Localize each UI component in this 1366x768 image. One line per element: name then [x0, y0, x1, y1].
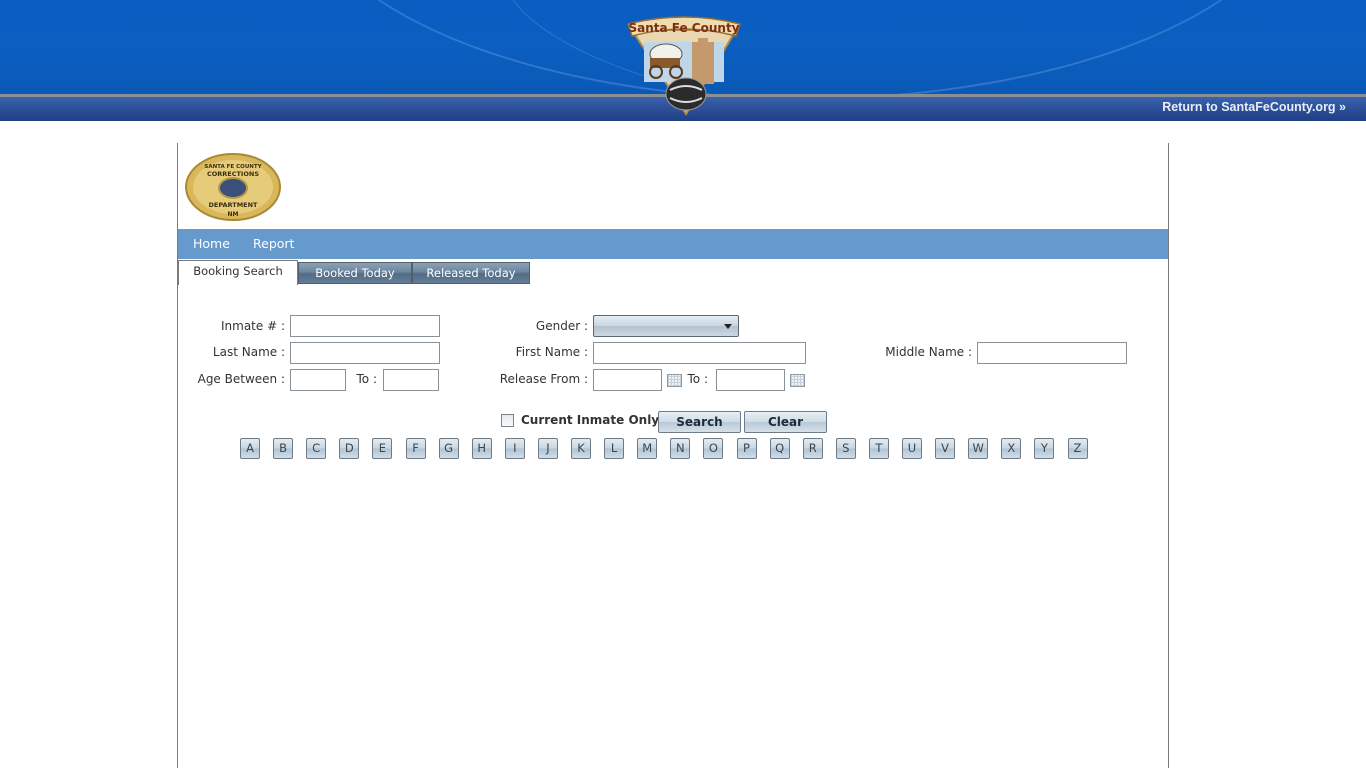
- letter-filter-button-h[interactable]: H: [471, 438, 492, 459]
- release-from-label: Release From :: [499, 372, 588, 386]
- letter-filter-button-p[interactable]: P: [736, 438, 757, 459]
- site-header-banner: Santa Fe County Return to SantaFeCounty.…: [0, 0, 1366, 121]
- letter-filter-button-n[interactable]: N: [670, 438, 691, 459]
- age-to-label: To :: [356, 372, 378, 386]
- clear-button[interactable]: Clear: [744, 411, 827, 433]
- badge-text-state: NM: [228, 211, 239, 218]
- calendar-icon[interactable]: [667, 374, 682, 387]
- letter-filter-button-b[interactable]: B: [273, 438, 294, 459]
- letter-filter-button-x[interactable]: X: [1001, 438, 1022, 459]
- letter-filter-button-s[interactable]: S: [835, 438, 856, 459]
- corrections-department-badge-logo: SANTA FE COUNTY CORRECTIONS DEPARTMENT N…: [185, 153, 281, 221]
- letter-filter-button-g[interactable]: G: [438, 438, 459, 459]
- letter-filter-button-m[interactable]: M: [637, 438, 658, 459]
- tab-booking-search[interactable]: Booking Search: [178, 260, 298, 285]
- current-inmate-only-label[interactable]: Current Inmate Only: [521, 413, 659, 427]
- first-name-label: First Name :: [515, 345, 588, 359]
- letter-filter-button-o[interactable]: O: [703, 438, 724, 459]
- middle-name-input[interactable]: [977, 342, 1127, 364]
- letter-filter-button-y[interactable]: Y: [1034, 438, 1055, 459]
- letter-filter-button-k[interactable]: K: [571, 438, 591, 459]
- badge-text-department: DEPARTMENT: [209, 201, 259, 209]
- first-name-input[interactable]: [593, 342, 806, 364]
- letter-filter-button-v[interactable]: V: [935, 438, 956, 459]
- letter-filter-button-d[interactable]: D: [339, 438, 360, 459]
- gender-label: Gender :: [535, 319, 588, 333]
- release-to-label: To :: [687, 372, 709, 386]
- letter-filter-button-e[interactable]: E: [372, 438, 393, 459]
- letter-filter-button-a[interactable]: A: [240, 438, 260, 459]
- age-between-label: Age Between :: [197, 372, 285, 386]
- letter-filter-button-r[interactable]: R: [802, 438, 823, 459]
- search-button[interactable]: Search: [658, 411, 741, 433]
- county-logo-text: Santa Fe County: [628, 21, 739, 35]
- badge-text-corrections: CORRECTIONS: [207, 170, 259, 178]
- tab-booked-today[interactable]: Booked Today: [298, 262, 412, 284]
- middle-name-label: Middle Name :: [885, 345, 972, 359]
- gender-select[interactable]: [593, 315, 739, 337]
- letter-filter-button-l[interactable]: L: [604, 438, 625, 459]
- letter-filter-button-u[interactable]: U: [902, 438, 922, 459]
- search-tabs: Booking Search Booked Today Released Tod…: [178, 259, 1168, 285]
- chevron-down-icon: [724, 324, 732, 329]
- release-from-input[interactable]: [593, 369, 662, 391]
- release-to-input[interactable]: [716, 369, 785, 391]
- age-from-input[interactable]: [290, 369, 346, 391]
- letter-filter-button-j[interactable]: J: [537, 438, 558, 459]
- current-inmate-only-checkbox[interactable]: [501, 414, 514, 427]
- letter-filter-button-z[interactable]: Z: [1067, 438, 1088, 459]
- last-name-label: Last Name :: [212, 345, 285, 359]
- inmate-number-label: Inmate # :: [220, 319, 285, 333]
- nav-home-link[interactable]: Home: [193, 236, 230, 251]
- nav-report-link[interactable]: Report: [253, 236, 294, 251]
- calendar-icon[interactable]: [790, 374, 805, 387]
- letter-filter-button-q[interactable]: Q: [769, 438, 790, 459]
- last-name-input[interactable]: [290, 342, 440, 364]
- inmate-number-input[interactable]: [290, 315, 440, 337]
- letter-filter-button-t[interactable]: T: [868, 438, 889, 459]
- letter-filter-button-f[interactable]: F: [405, 438, 426, 459]
- main-nav-bar: Home Report: [178, 229, 1168, 259]
- letter-filter-button-w[interactable]: W: [968, 438, 989, 459]
- return-to-county-site-link[interactable]: Return to SantaFeCounty.org »: [1162, 100, 1346, 114]
- santa-fe-county-logo[interactable]: Santa Fe County: [624, 12, 744, 116]
- letter-filter-button-i[interactable]: I: [504, 438, 525, 459]
- tab-released-today[interactable]: Released Today: [412, 262, 530, 284]
- letter-filter-button-c[interactable]: C: [306, 438, 327, 459]
- age-to-input[interactable]: [383, 369, 439, 391]
